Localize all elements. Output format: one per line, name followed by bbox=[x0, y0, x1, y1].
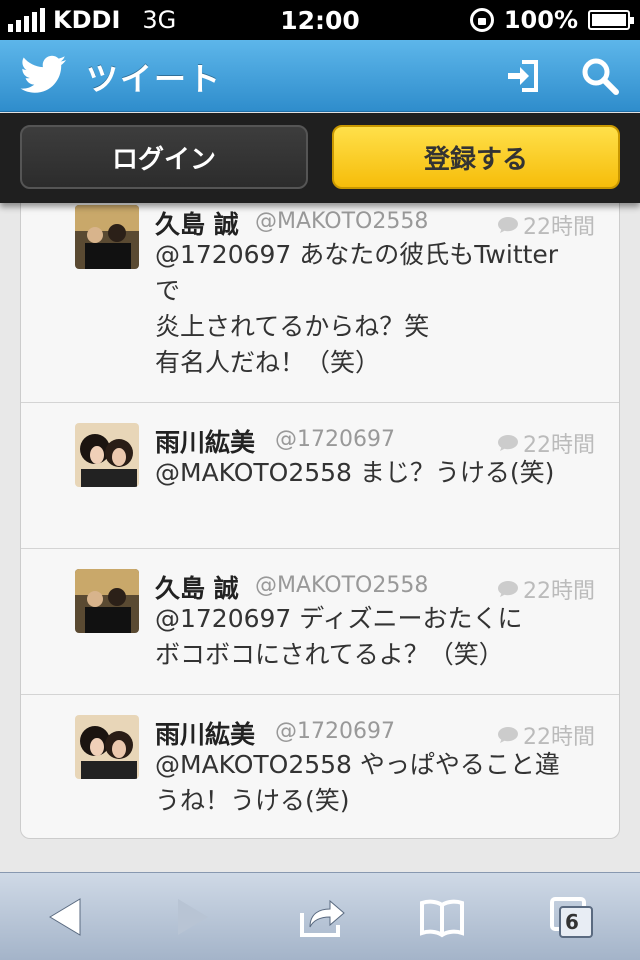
share-icon[interactable] bbox=[298, 895, 346, 939]
auth-bar: ログイン 登録する bbox=[0, 113, 640, 203]
register-button[interactable]: 登録する bbox=[332, 125, 620, 189]
battery-percent: 100% bbox=[503, 6, 578, 34]
avatar[interactable] bbox=[75, 715, 139, 779]
status-bar: KDDI 3G 12:00 100% bbox=[0, 0, 640, 40]
tweet-author-handle: @MAKOTO2558 bbox=[255, 209, 429, 234]
tweet-text: @1720697 あなたの彼氏もTwitter で 炎上されてるからね？笑 有名… bbox=[155, 237, 605, 381]
tweet-text-line: 炎上されてるからね？笑 bbox=[155, 312, 430, 341]
forward-arrow-icon[interactable] bbox=[168, 895, 216, 939]
app-header: ツイート bbox=[0, 40, 640, 112]
tweet-item[interactable]: 雨川紘美 @1720697 22時間 @MAKOTO2558 やっぱやること違 … bbox=[21, 695, 619, 838]
tweet-text-line: @1720697 ディズニーおたくに bbox=[155, 604, 523, 633]
tweet-text: @1720697 ディズニーおたくに ボコボコにされてるよ？（笑） bbox=[155, 601, 605, 673]
tweet-text-line: うね！うける(笑) bbox=[155, 786, 350, 815]
reply-bubble-icon bbox=[498, 435, 518, 451]
tweet-author-handle: @MAKOTO2558 bbox=[255, 573, 429, 598]
search-icon[interactable] bbox=[580, 56, 620, 96]
avatar[interactable] bbox=[75, 569, 139, 633]
reply-bubble-icon bbox=[498, 581, 518, 597]
browser-toolbar bbox=[0, 872, 640, 960]
tweet-text: @MAKOTO2558 まじ？うける(笑) bbox=[155, 455, 605, 491]
tweet-text-line: で bbox=[155, 276, 181, 305]
avatar[interactable] bbox=[75, 423, 139, 487]
tweet-timeline[interactable]: 久島 誠 @MAKOTO2558 22時間 @1720697 あなたの彼氏もTw… bbox=[20, 203, 620, 839]
tweet-author-name[interactable]: 久島 誠 bbox=[155, 569, 239, 605]
reply-bubble-icon bbox=[498, 217, 518, 233]
tweet-text-line: 有名人だね！（笑） bbox=[155, 348, 381, 377]
tweet-author-handle: @1720697 bbox=[275, 427, 395, 452]
tweet-author-handle: @1720697 bbox=[275, 719, 395, 744]
tweet-text-line: @MAKOTO2558 まじ？うける(笑) bbox=[155, 458, 555, 487]
tweet-text-line: @MAKOTO2558 やっぱやること違 bbox=[155, 750, 560, 779]
rotation-lock-icon bbox=[469, 8, 494, 32]
tweet-item[interactable]: 久島 誠 @MAKOTO2558 22時間 @1720697 ディズニーおたくに… bbox=[21, 549, 619, 695]
tweet-item[interactable]: 雨川紘美 @1720697 22時間 @MAKOTO2558 まじ？うける(笑) bbox=[21, 403, 619, 549]
reply-bubble-icon bbox=[498, 727, 518, 743]
status-right: 100% bbox=[469, 6, 634, 34]
tweet-author-name[interactable]: 久島 誠 bbox=[155, 205, 239, 241]
header-title: ツイート bbox=[86, 60, 223, 98]
twitter-bird-icon[interactable] bbox=[20, 54, 68, 96]
back-arrow-icon[interactable] bbox=[42, 895, 90, 939]
tweet-author-name[interactable]: 雨川紘美 bbox=[155, 715, 255, 751]
tweet-text-line: ボコボコにされてるよ？（笑） bbox=[155, 640, 504, 669]
battery-icon bbox=[588, 10, 634, 30]
tweet-item[interactable]: 久島 誠 @MAKOTO2558 22時間 @1720697 あなたの彼氏もTw… bbox=[21, 203, 619, 403]
sign-in-icon[interactable] bbox=[504, 56, 544, 96]
tweet-author-name[interactable]: 雨川紘美 bbox=[155, 423, 255, 459]
bookmarks-icon[interactable] bbox=[418, 895, 466, 939]
tabs-count[interactable]: 6 bbox=[557, 910, 587, 936]
login-button[interactable]: ログイン bbox=[20, 125, 308, 189]
tweet-text: @MAKOTO2558 やっぱやること違 うね！うける(笑) bbox=[155, 747, 605, 819]
avatar[interactable] bbox=[75, 205, 139, 269]
tweet-text-line: @1720697 あなたの彼氏もTwitter bbox=[155, 240, 559, 269]
